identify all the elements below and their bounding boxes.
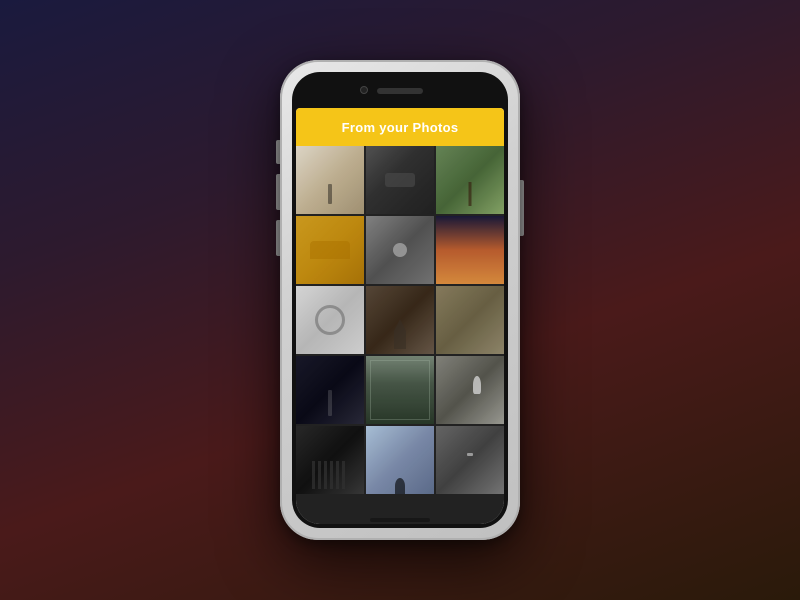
photo-item-9[interactable] xyxy=(436,286,504,354)
home-indicator[interactable] xyxy=(370,518,430,522)
photo-item-14[interactable] xyxy=(366,426,434,494)
photo-item-5[interactable] xyxy=(366,216,434,284)
photo-item-10[interactable] xyxy=(296,356,364,424)
photo-item-4[interactable] xyxy=(296,216,364,284)
photo-item-12[interactable] xyxy=(436,356,504,424)
photo-item-13[interactable] xyxy=(296,426,364,494)
photo-item-8[interactable] xyxy=(366,286,434,354)
photo-item-6[interactable] xyxy=(436,216,504,284)
phone-frame: From your Photos xyxy=(280,60,520,540)
photo-item-7[interactable] xyxy=(296,286,364,354)
app-screen: From your Photos xyxy=(296,108,504,524)
photo-item-2[interactable] xyxy=(366,146,434,214)
screen-title: From your Photos xyxy=(342,120,459,135)
photo-grid xyxy=(296,146,504,524)
photo-item-15[interactable] xyxy=(436,426,504,494)
phone-body: From your Photos xyxy=(280,60,520,540)
camera-dot xyxy=(360,86,368,94)
speaker-grill xyxy=(377,88,423,94)
photo-item-3[interactable] xyxy=(436,146,504,214)
photo-item-1[interactable] xyxy=(296,146,364,214)
power-button[interactable] xyxy=(520,180,524,236)
phone-screen-area: From your Photos xyxy=(292,72,508,528)
photo-item-11[interactable] xyxy=(366,356,434,424)
app-header: From your Photos xyxy=(296,108,504,146)
